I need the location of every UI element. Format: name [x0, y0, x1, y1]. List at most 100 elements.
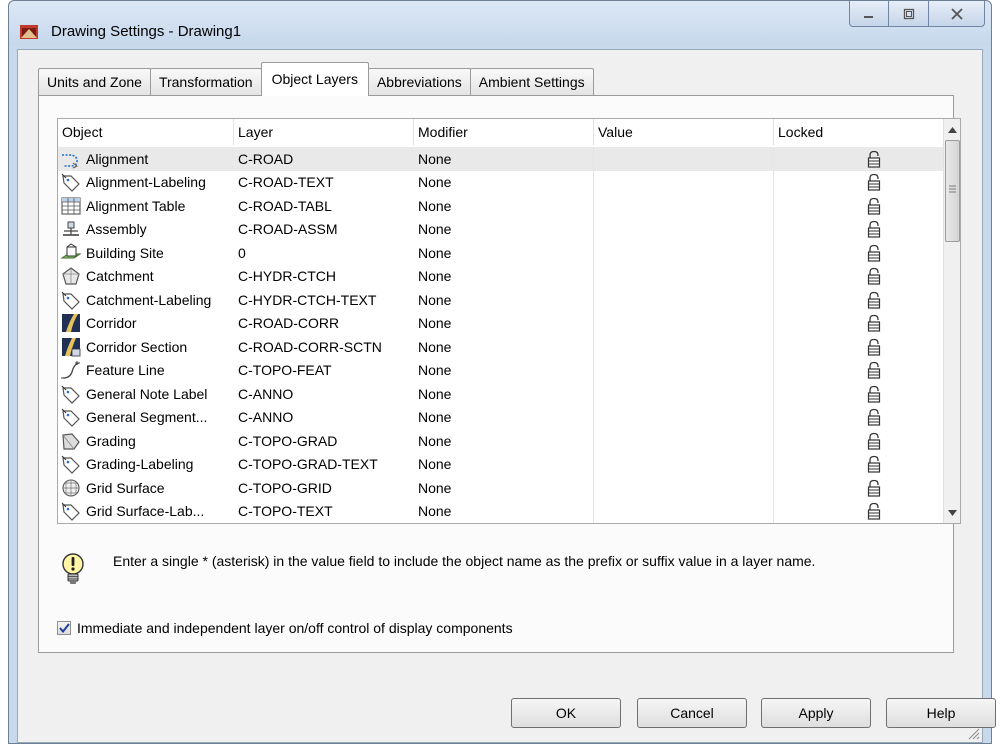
table-row[interactable]: Feature Line C-TOPO-FEAT None — [58, 358, 944, 383]
locked-cell[interactable] — [774, 453, 944, 477]
object-cell[interactable]: Grid Surface-Lab... — [58, 500, 234, 524]
locked-cell[interactable] — [774, 429, 944, 453]
title-bar[interactable]: Drawing Settings - Drawing1 — [9, 1, 991, 45]
value-cell[interactable] — [594, 170, 774, 194]
layer-cell[interactable]: C-HYDR-CTCH-TEXT — [234, 288, 414, 312]
value-cell[interactable] — [594, 147, 774, 171]
table-row[interactable]: Alignment C-ROAD None — [58, 147, 944, 171]
modifier-cell[interactable]: None — [414, 264, 594, 288]
layer-cell[interactable]: C-ROAD-CORR — [234, 312, 414, 336]
layer-cell[interactable]: C-ROAD-TEXT — [234, 171, 414, 195]
layer-control-checkbox[interactable] — [57, 621, 71, 635]
table-row[interactable]: Alignment-Labeling C-ROAD-TEXT None — [58, 170, 944, 195]
locked-cell[interactable] — [774, 241, 944, 265]
locked-cell[interactable] — [774, 147, 944, 171]
resize-grip-icon[interactable] — [966, 726, 980, 740]
value-cell[interactable] — [594, 452, 774, 476]
layer-cell[interactable]: C-TOPO-TEXT — [234, 500, 414, 524]
layer-cell[interactable]: C-TOPO-GRAD — [234, 429, 414, 453]
modifier-cell[interactable]: None — [414, 405, 594, 429]
vertical-scrollbar[interactable] — [943, 119, 960, 523]
locked-cell[interactable] — [774, 335, 944, 359]
locked-cell[interactable] — [774, 194, 944, 218]
table-row[interactable]: Alignment Table C-ROAD-TABL None — [58, 194, 944, 218]
layer-cell[interactable]: C-TOPO-GRAD-TEXT — [234, 453, 414, 477]
layer-cell[interactable]: 0 — [234, 241, 414, 265]
value-cell[interactable] — [594, 358, 774, 382]
scroll-down-arrow[interactable] — [944, 504, 960, 521]
table-row[interactable]: Building Site 0 None — [58, 241, 944, 265]
column-header-value[interactable]: Value — [594, 119, 774, 145]
object-cell[interactable]: Alignment — [58, 147, 234, 171]
locked-cell[interactable] — [774, 500, 944, 524]
scroll-thumb[interactable] — [945, 140, 960, 242]
object-cell[interactable]: General Segment... — [58, 406, 234, 430]
column-header-locked[interactable]: Locked — [774, 119, 944, 145]
object-cell[interactable]: Catchment-Labeling — [58, 288, 234, 312]
object-cell[interactable]: Assembly — [58, 218, 234, 242]
maximize-button[interactable] — [889, 1, 929, 27]
locked-cell[interactable] — [774, 288, 944, 312]
value-cell[interactable] — [594, 288, 774, 312]
modifier-cell[interactable]: None — [414, 241, 594, 265]
value-cell[interactable] — [594, 429, 774, 453]
tab-transformation[interactable]: Transformation — [149, 68, 262, 96]
help-button[interactable]: Help — [886, 698, 996, 728]
apply-button[interactable]: Apply — [761, 698, 871, 728]
modifier-cell[interactable]: None — [414, 499, 594, 523]
layer-cell[interactable]: C-ROAD-TABL — [234, 194, 414, 218]
modifier-cell[interactable]: None — [414, 476, 594, 500]
modifier-cell[interactable]: None — [414, 311, 594, 335]
table-row[interactable]: Grid Surface-Lab... C-TOPO-TEXT None — [58, 499, 944, 524]
value-cell[interactable] — [594, 194, 774, 218]
tab-object-layers[interactable]: Object Layers — [260, 62, 369, 96]
ok-button[interactable]: OK — [511, 698, 621, 728]
table-row[interactable]: Grading C-TOPO-GRAD None — [58, 429, 944, 453]
object-cell[interactable]: Grading-Labeling — [58, 453, 234, 477]
locked-cell[interactable] — [774, 171, 944, 195]
layer-cell[interactable]: C-ROAD-ASSM — [234, 218, 414, 242]
locked-cell[interactable] — [774, 406, 944, 430]
tab-units-and-zone[interactable]: Units and Zone — [38, 68, 151, 96]
object-cell[interactable]: Grid Surface — [58, 476, 234, 500]
tab-abbreviations[interactable]: Abbreviations — [367, 68, 471, 96]
object-cell[interactable]: Corridor Section — [58, 335, 234, 359]
modifier-cell[interactable]: None — [414, 194, 594, 218]
cancel-button[interactable]: Cancel — [637, 698, 747, 728]
table-row[interactable]: Catchment C-HYDR-CTCH None — [58, 264, 944, 289]
column-header-object[interactable]: Object — [58, 119, 234, 145]
locked-cell[interactable] — [774, 218, 944, 242]
modifier-cell[interactable]: None — [414, 288, 594, 312]
value-cell[interactable] — [594, 382, 774, 406]
object-cell[interactable]: Corridor — [58, 312, 234, 336]
modifier-cell[interactable]: None — [414, 358, 594, 382]
modifier-cell[interactable]: None — [414, 382, 594, 406]
column-header-modifier[interactable]: Modifier — [414, 119, 594, 145]
table-row[interactable]: Catchment-Labeling C-HYDR-CTCH-TEXT None — [58, 288, 944, 312]
table-row[interactable]: Corridor C-ROAD-CORR None — [58, 311, 944, 336]
layer-cell[interactable]: C-ANNO — [234, 406, 414, 430]
object-cell[interactable]: Catchment — [58, 265, 234, 289]
value-cell[interactable] — [594, 499, 774, 523]
minimize-button[interactable] — [849, 1, 889, 27]
value-cell[interactable] — [594, 264, 774, 288]
layer-cell[interactable]: C-ANNO — [234, 382, 414, 406]
table-row[interactable]: Grid Surface C-TOPO-GRID None — [58, 476, 944, 500]
table-row[interactable]: General Note Label C-ANNO None — [58, 382, 944, 406]
locked-cell[interactable] — [774, 382, 944, 406]
modifier-cell[interactable]: None — [414, 217, 594, 241]
table-row[interactable]: Assembly C-ROAD-ASSM None — [58, 217, 944, 242]
layer-cell[interactable]: C-TOPO-GRID — [234, 476, 414, 500]
modifier-cell[interactable]: None — [414, 147, 594, 171]
object-cell[interactable]: Building Site — [58, 241, 234, 265]
object-cell[interactable]: Alignment-Labeling — [58, 171, 234, 195]
locked-cell[interactable] — [774, 312, 944, 336]
object-cell[interactable]: Grading — [58, 429, 234, 453]
layer-cell[interactable]: C-ROAD-CORR-SCTN — [234, 335, 414, 359]
scroll-up-arrow[interactable] — [944, 121, 960, 138]
value-cell[interactable] — [594, 217, 774, 241]
value-cell[interactable] — [594, 241, 774, 265]
object-cell[interactable]: Feature Line — [58, 359, 234, 383]
object-cell[interactable]: General Note Label — [58, 382, 234, 406]
modifier-cell[interactable]: None — [414, 452, 594, 476]
